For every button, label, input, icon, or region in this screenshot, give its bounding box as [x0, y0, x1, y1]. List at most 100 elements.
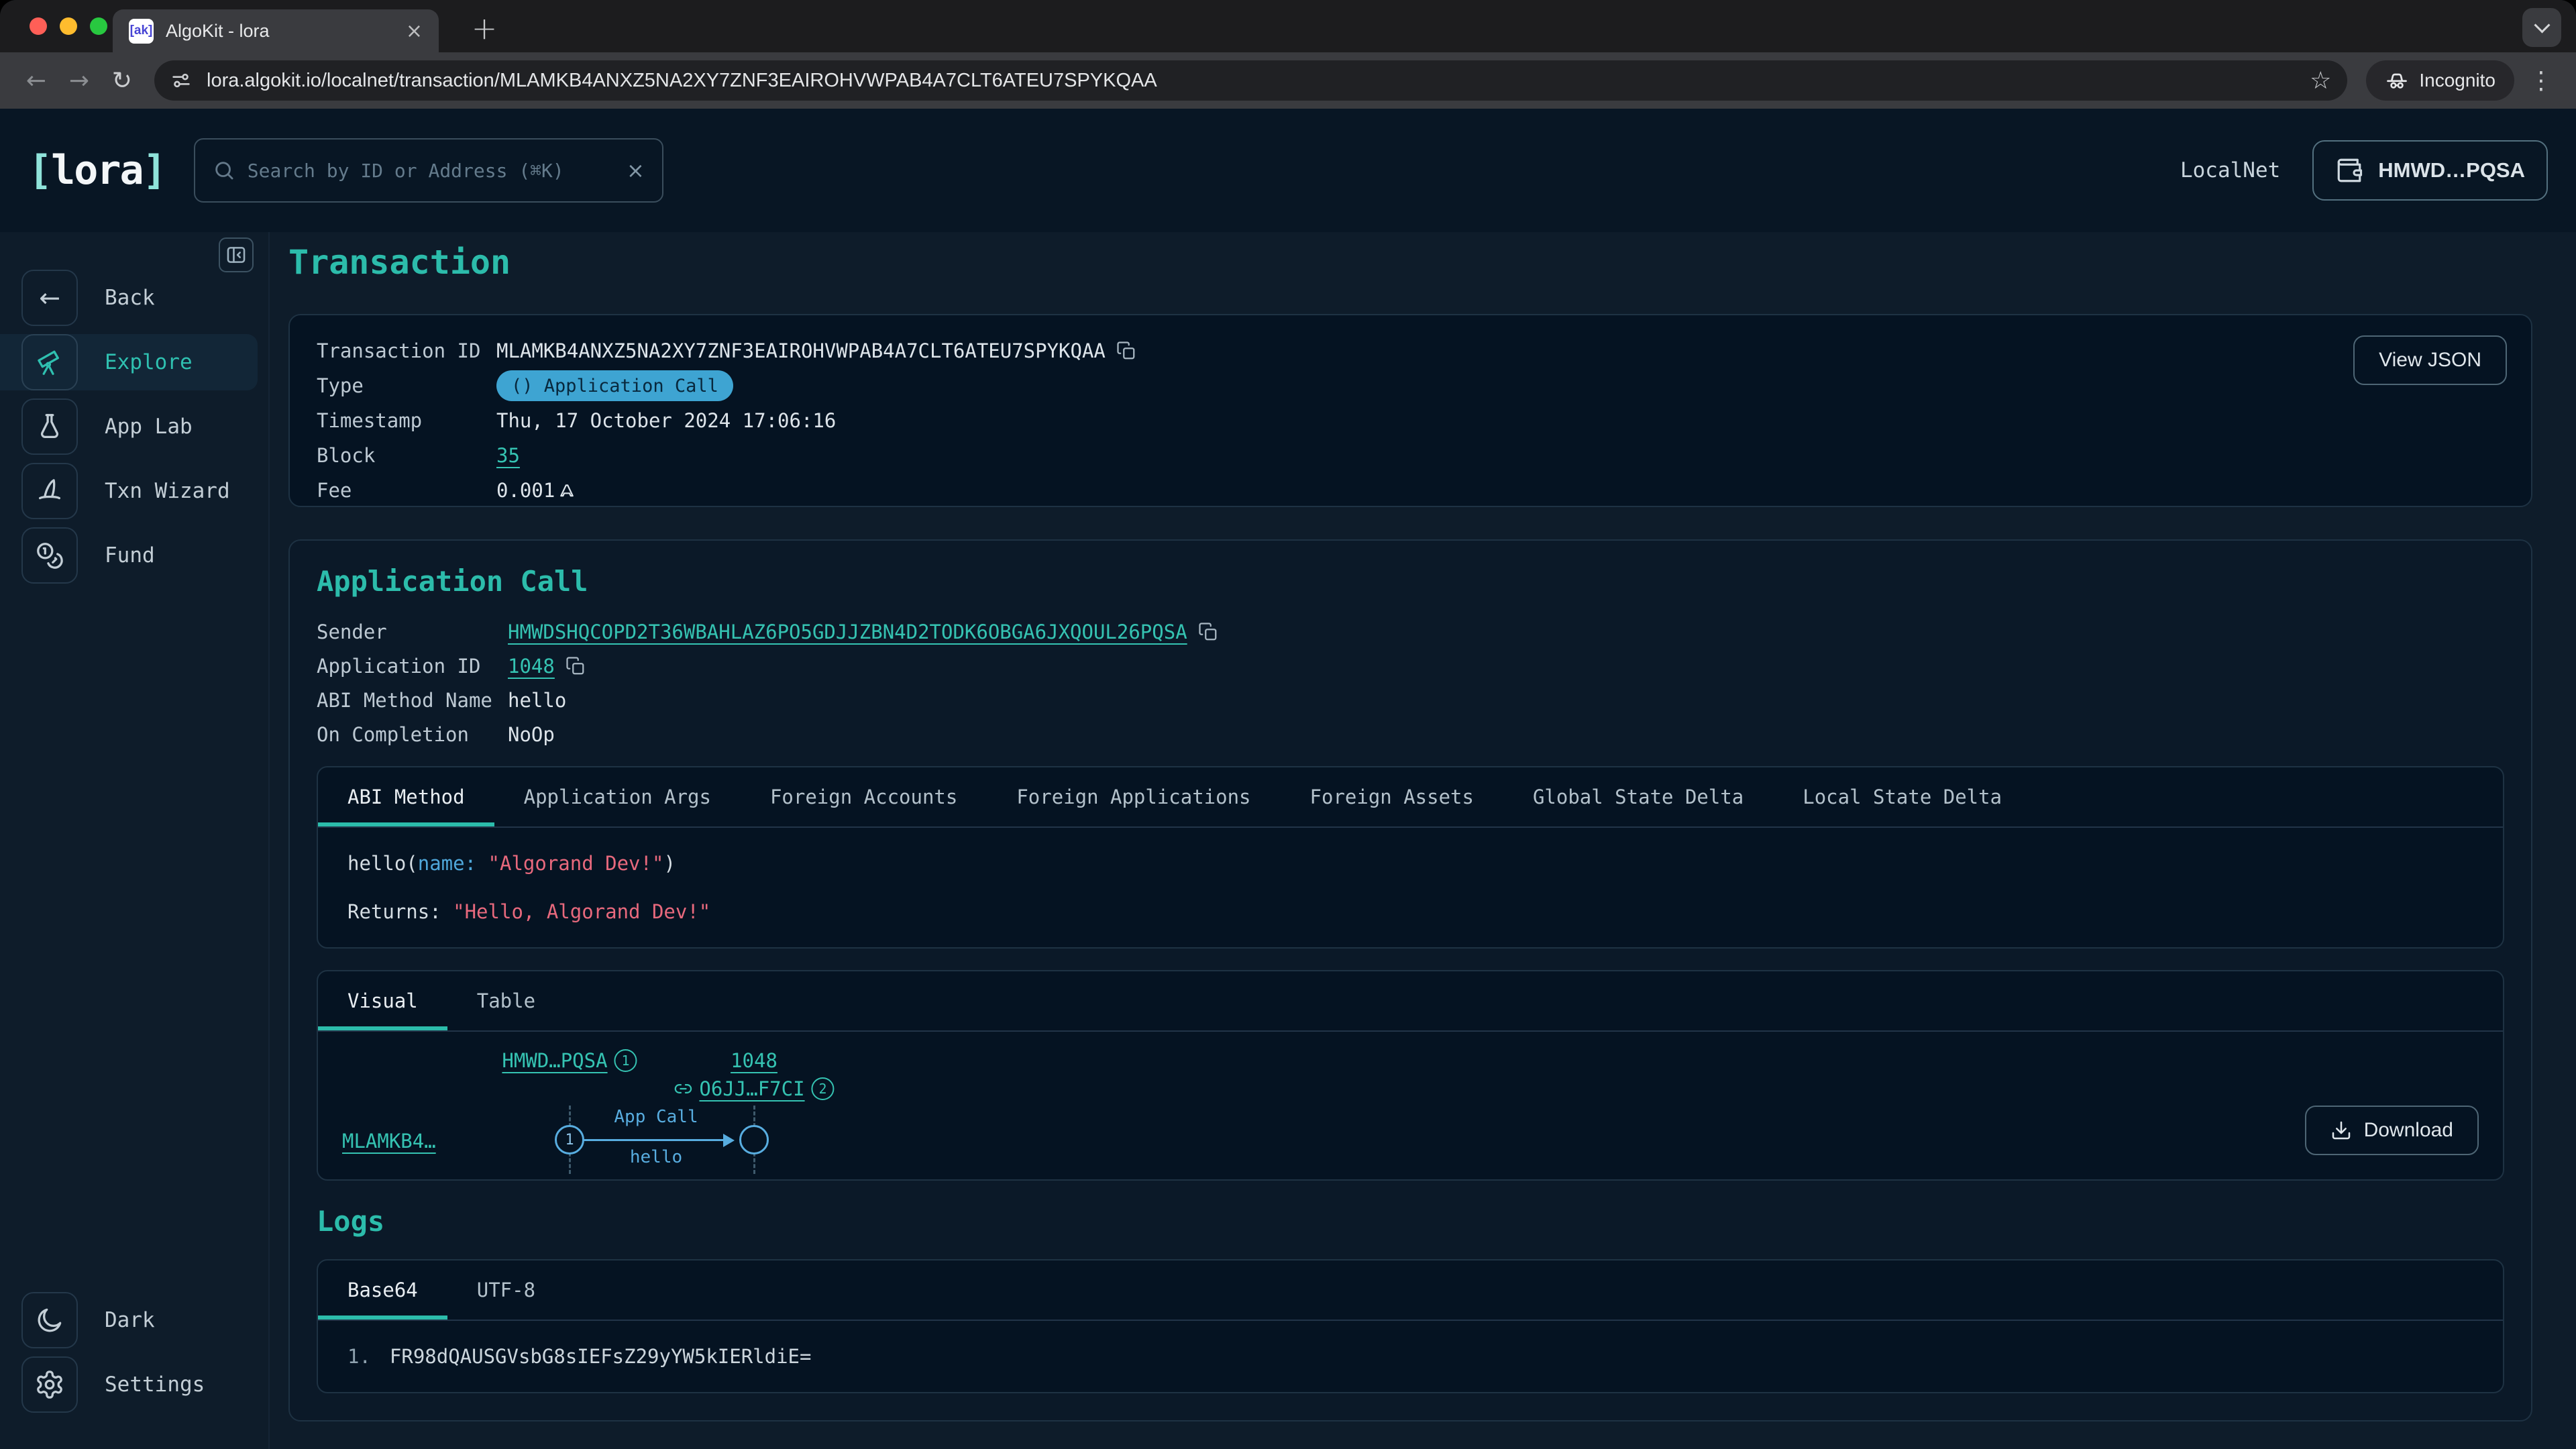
logs-panel: Base64 UTF-8 1. FR98dQAUSGVsbG8sIEFsZ29y…	[317, 1259, 2504, 1393]
sidebar-item-label: Explore	[105, 350, 193, 374]
copy-icon[interactable]	[1116, 341, 1136, 361]
tab-foreign-applications[interactable]: Foreign Applications	[987, 767, 1280, 826]
tab-global-state-delta[interactable]: Global State Delta	[1503, 767, 1773, 826]
browser-menu-button[interactable]: ⋮	[2529, 67, 2553, 95]
field-label: Transaction ID	[317, 339, 496, 362]
tab-foreign-accounts[interactable]: Foreign Accounts	[741, 767, 987, 826]
fee-row: Fee 0.001	[317, 480, 2504, 500]
search-clear-icon[interactable]: ×	[627, 158, 645, 183]
tab-local-state-delta[interactable]: Local State Delta	[1773, 767, 2031, 826]
transaction-summary-card: Transaction ID MLAMKB4ANXZ5NA2XY7ZNF3EAI…	[288, 314, 2532, 507]
timestamp-row: Timestamp Thu, 17 October 2024 17:06:16	[317, 411, 2504, 431]
log-entry-index: 1.	[347, 1345, 371, 1368]
field-label: On Completion	[317, 723, 508, 746]
site-settings-icon[interactable]	[170, 70, 192, 91]
bookmark-star-icon[interactable]: ☆	[2310, 67, 2331, 95]
application-call-card: Application Call Sender HMWDSHQCOPD2T36W…	[288, 539, 2532, 1421]
sidebar-item-settings[interactable]: Settings	[0, 1356, 258, 1413]
back-button[interactable]: ←	[17, 62, 55, 99]
search-bar[interactable]: ×	[194, 138, 663, 203]
browser-window: [ak] AlgoKit - lora × + ← → ↻ lora.algok…	[0, 0, 2576, 1449]
call-details-tabs: ABI Method Application Args Foreign Acco…	[318, 767, 2503, 828]
gear-icon	[21, 1356, 78, 1413]
sidebar-item-txn-wizard[interactable]: Txn Wizard	[0, 463, 258, 519]
minimize-window-button[interactable]	[60, 17, 77, 35]
close-tab-icon[interactable]: ×	[406, 19, 423, 43]
graph-app-account-link[interactable]: O6JJ…F7CI	[699, 1077, 804, 1100]
download-label: Download	[2364, 1119, 2453, 1142]
sidebar-item-label: Txn Wizard	[105, 479, 230, 503]
tab-favicon: [ak]	[129, 19, 154, 44]
graph-application-header: 1048 O6JJ…F7CI 2	[674, 1049, 834, 1100]
field-label: ABI Method Name	[317, 689, 508, 712]
copy-icon[interactable]	[566, 656, 586, 676]
theme-toggle[interactable]: Dark	[0, 1292, 258, 1348]
transaction-id-row: Transaction ID MLAMKB4ANXZ5NA2XY7ZNF3EAI…	[317, 341, 2504, 361]
tab-strip: [ak] AlgoKit - lora × +	[0, 0, 2576, 52]
settings-label: Settings	[105, 1373, 205, 1397]
address-bar[interactable]: lora.algokit.io/localnet/transaction/MLA…	[154, 60, 2347, 101]
logo-bracket-open: [	[28, 147, 51, 194]
reload-button[interactable]: ↻	[103, 62, 141, 99]
maximize-window-button[interactable]	[90, 17, 107, 35]
incognito-icon	[2385, 68, 2409, 93]
log-entry: 1. FR98dQAUSGVsbG8sIEFsZ29yYW5kIERldiE=	[318, 1321, 2503, 1392]
search-input[interactable]	[248, 160, 614, 182]
field-label: Block	[317, 444, 496, 467]
field-label: Sender	[317, 621, 508, 643]
sidebar-item-back[interactable]: ← Back	[0, 270, 258, 326]
abi-method-row: ABI Method Name hello	[317, 690, 2504, 710]
application-id-link[interactable]: 1048	[508, 655, 555, 678]
graph-transaction-link[interactable]: MLAMKB4…	[342, 1130, 436, 1152]
field-label: Fee	[317, 479, 496, 502]
new-tab-button[interactable]: +	[466, 9, 503, 47]
tab-utf8[interactable]: UTF-8	[447, 1260, 565, 1320]
graph-account-header: HMWD…PQSA 1	[502, 1049, 637, 1072]
sender-link[interactable]: HMWDSHQCOPD2T36WBAHLAZ6PO5GDJJZBN4D2TODK…	[508, 621, 1187, 643]
tab-foreign-assets[interactable]: Foreign Assets	[1281, 767, 1503, 826]
flask-icon	[21, 398, 78, 455]
back-arrow-icon: ←	[21, 270, 78, 326]
incognito-label: Incognito	[2419, 70, 2496, 91]
application-id-row: Application ID 1048	[317, 656, 2504, 676]
wallet-button[interactable]: HMWD…PQSA	[2312, 140, 2548, 201]
logo-bracket-close: ]	[143, 147, 166, 194]
coins-icon	[21, 527, 78, 584]
block-link[interactable]: 35	[496, 444, 520, 467]
tab-visual[interactable]: Visual	[318, 971, 447, 1030]
tab-title: AlgoKit - lora	[166, 21, 394, 42]
sender-row: Sender HMWDSHQCOPD2T36WBAHLAZ6PO5GDJJZBN…	[317, 622, 2504, 642]
tab-base64[interactable]: Base64	[318, 1260, 447, 1320]
close-window-button[interactable]	[30, 17, 47, 35]
tab-search-button[interactable]	[2522, 8, 2561, 47]
forward-button[interactable]: →	[60, 62, 98, 99]
tab-application-args[interactable]: Application Args	[494, 767, 741, 826]
graph-application-link[interactable]: 1048	[731, 1049, 777, 1072]
tab-abi-method[interactable]: ABI Method	[318, 767, 494, 826]
download-button[interactable]: Download	[2305, 1106, 2479, 1155]
on-completion-row: On Completion NoOp	[317, 724, 2504, 745]
wizard-hat-icon	[21, 463, 78, 519]
lora-logo[interactable]: [lora]	[28, 147, 166, 194]
logs-title: Logs	[317, 1205, 2504, 1238]
sidebar-collapse-button[interactable]	[219, 237, 254, 272]
view-json-button[interactable]: View JSON	[2353, 335, 2507, 385]
transaction-visual-panel: Visual Table HMWD…PQSA 1 1048	[317, 970, 2504, 1181]
call-details-panel: ABI Method Application Args Foreign Acco…	[317, 766, 2504, 949]
sidebar-item-explore[interactable]: Explore	[0, 334, 258, 390]
incognito-badge: Incognito	[2366, 60, 2514, 101]
graph-source-node: 1	[555, 1125, 584, 1155]
graph-edge-line	[584, 1139, 729, 1141]
tab-table[interactable]: Table	[447, 971, 565, 1030]
moon-icon	[21, 1292, 78, 1348]
application-call-title: Application Call	[317, 565, 2504, 598]
graph-account-link[interactable]: HMWD…PQSA	[502, 1049, 607, 1072]
sidebar-item-fund[interactable]: Fund	[0, 527, 258, 584]
network-label: LocalNet	[2180, 158, 2280, 182]
copy-icon[interactable]	[1198, 622, 1218, 642]
download-icon	[2330, 1120, 2352, 1141]
sidebar: ← Back Explore App Lab	[0, 232, 270, 1449]
browser-tab[interactable]: [ak] AlgoKit - lora ×	[113, 9, 439, 52]
graph-target-node	[739, 1125, 769, 1155]
sidebar-item-app-lab[interactable]: App Lab	[0, 398, 258, 455]
